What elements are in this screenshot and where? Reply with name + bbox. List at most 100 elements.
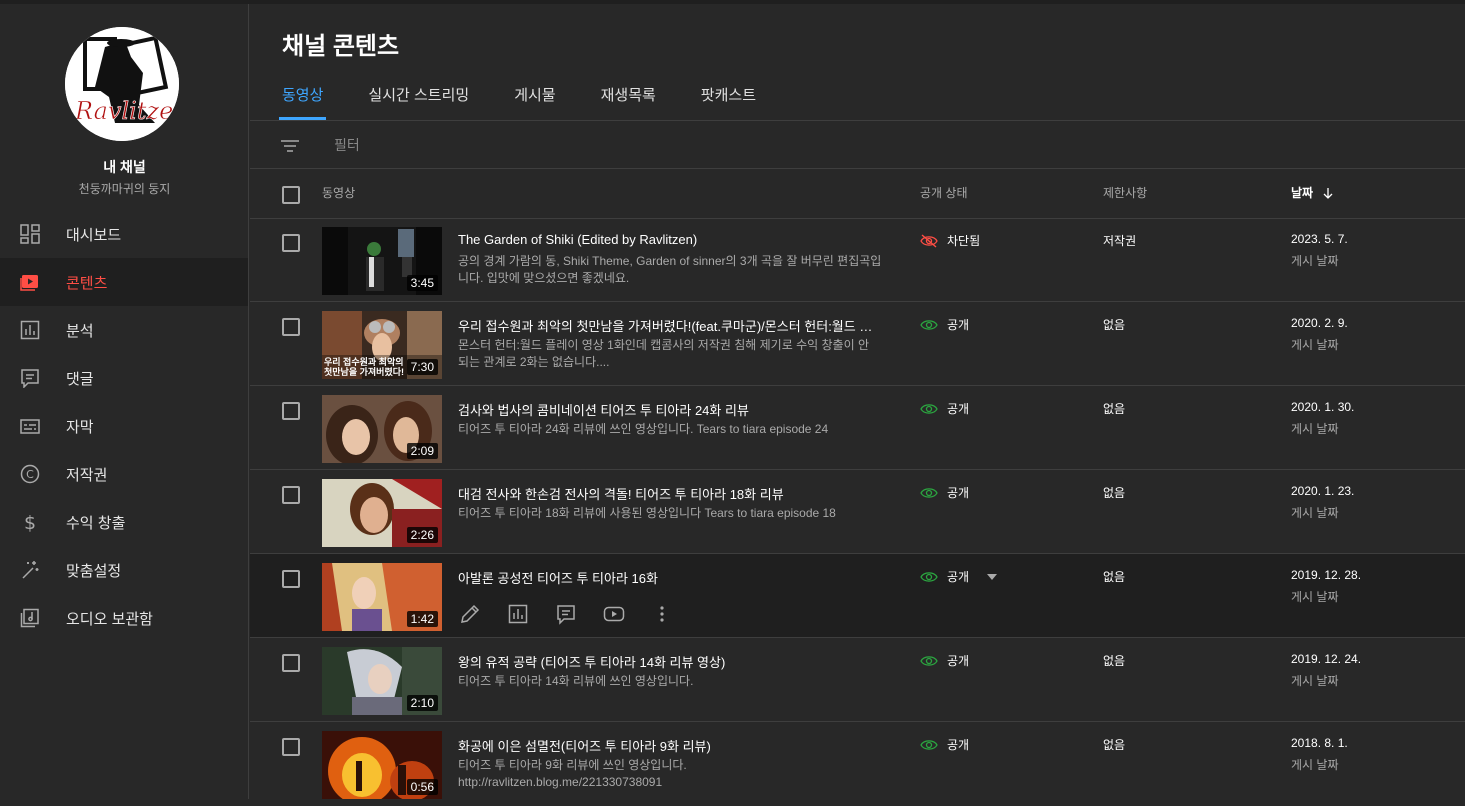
publish-date: 2020. 2. 9. xyxy=(1291,316,1348,330)
comments-icon[interactable] xyxy=(554,602,578,626)
visibility-label: 공개 xyxy=(947,654,970,668)
row-checkbox[interactable] xyxy=(282,570,300,588)
visibility-label: 공개 xyxy=(947,318,970,332)
more-options-icon[interactable] xyxy=(650,602,674,626)
publish-date: 2019. 12. 28. xyxy=(1291,568,1362,582)
select-all-checkbox[interactable] xyxy=(282,186,300,204)
tab-playlists[interactable]: 재생목록 xyxy=(601,74,656,120)
sidebar-item-copyright[interactable]: C 저작권 xyxy=(0,450,248,498)
analytics-icon[interactable] xyxy=(506,602,530,626)
video-title[interactable]: 검사와 법사의 콤비네이션 티어즈 투 티아라 24화 리뷰 xyxy=(458,400,878,419)
table-row[interactable]: 2:26 대검 전사와 한손검 전사의 격돌! 티어즈 투 티아라 18화 리뷰… xyxy=(250,470,1465,554)
video-title[interactable]: 왕의 유적 공략 (티어즈 투 티아라 14화 리뷰 영상) xyxy=(458,652,878,671)
main-content: 채널 콘텐츠 동영상 실시간 스트리밍 게시물 재생목록 팟캐스트 필터 동영상… xyxy=(250,4,1465,799)
column-header-visibility[interactable]: 공개 상태 xyxy=(920,184,968,201)
row-checkbox[interactable] xyxy=(282,654,300,672)
table-row[interactable]: 2:10 왕의 유적 공략 (티어즈 투 티아라 14화 리뷰 영상) 티어즈 … xyxy=(250,638,1465,722)
video-title[interactable]: 화공에 이은 섬멸전(티어즈 투 티아라 9화 리뷰) xyxy=(458,736,878,755)
video-thumbnail[interactable]: 2:26 xyxy=(322,479,442,547)
svg-text:Ravlitzen: Ravlitzen xyxy=(74,97,179,125)
content-icon xyxy=(20,275,38,291)
row-checkbox[interactable] xyxy=(282,402,300,420)
video-description: 티어즈 투 티아라 24화 리뷰에 쓰인 영상입니다. Tears to tia… xyxy=(458,422,829,436)
sidebar-item-customization[interactable]: 맞춤설정 xyxy=(0,546,248,594)
table-row[interactable]: 0:56 화공에 이은 섬멸전(티어즈 투 티아라 9화 리뷰) 티어즈 투 티… xyxy=(250,722,1465,806)
visibility-label: 공개 xyxy=(947,738,970,752)
tab-podcasts[interactable]: 팟캐스트 xyxy=(701,74,756,120)
eye-icon xyxy=(920,403,938,414)
column-header-restrictions[interactable]: 제한사항 xyxy=(1103,184,1147,201)
table-row[interactable]: 우리 접수원과 최악의 첫만남을 가져버렸다! 7:30 우리 접수원과 최악의… xyxy=(250,302,1465,386)
visibility-status: 차단됨 xyxy=(920,232,980,249)
row-checkbox[interactable] xyxy=(282,318,300,336)
video-thumbnail[interactable]: 2:10 xyxy=(322,647,442,715)
row-checkbox[interactable] xyxy=(282,738,300,756)
video-thumbnail[interactable]: 1:42 xyxy=(322,563,442,631)
visibility-status: 공개 xyxy=(920,652,969,669)
publish-date: 2018. 8. 1. xyxy=(1291,736,1348,750)
publish-date: 2020. 1. 30. xyxy=(1291,400,1355,414)
dashboard-icon xyxy=(20,224,40,244)
restriction-value: 없음 xyxy=(1103,738,1126,752)
subtitles-icon xyxy=(20,419,40,434)
audio-library-icon xyxy=(20,608,39,628)
tab-videos[interactable]: 동영상 xyxy=(278,74,327,120)
comments-icon xyxy=(21,369,39,388)
sidebar-item-label: 댓글 xyxy=(66,370,94,388)
eye-icon xyxy=(920,487,938,498)
publish-date-label: 게시 날짜 xyxy=(1291,590,1339,604)
video-duration: 2:10 xyxy=(406,695,438,711)
svg-text:C: C xyxy=(26,468,34,481)
sidebar-item-monetization[interactable]: $ 수익 창출 xyxy=(0,498,248,546)
sidebar-item-comments[interactable]: 댓글 xyxy=(0,354,248,402)
video-description: 공의 경계 가람의 동, Shiki Theme, Garden of sinn… xyxy=(458,254,882,285)
video-title[interactable]: 우리 접수원과 최악의 첫만남을 가져버렸다!(feat.쿠마군)/몬스터 헌터… xyxy=(458,316,878,335)
sidebar-item-analytics[interactable]: 분석 xyxy=(0,306,248,354)
publish-date-label: 게시 날짜 xyxy=(1291,254,1339,268)
restriction-value[interactable]: 저작권 xyxy=(1103,232,1136,249)
divider xyxy=(250,120,1465,121)
video-title[interactable]: 아발론 공성전 티어즈 투 티아라 16화 xyxy=(458,568,878,587)
sidebar-item-content[interactable]: 콘텐츠 xyxy=(0,258,248,306)
eye-icon xyxy=(920,739,938,750)
video-thumbnail[interactable]: 3:45 xyxy=(322,227,442,295)
publish-date: 2020. 1. 23. xyxy=(1291,484,1355,498)
video-thumbnail[interactable]: 2:09 xyxy=(322,395,442,463)
video-description: 티어즈 투 티아라 9화 리뷰에 쓰인 영상입니다. http://ravlit… xyxy=(458,758,687,789)
filter-icon[interactable] xyxy=(280,136,300,156)
row-actions xyxy=(458,602,698,626)
filter-input[interactable]: 필터 xyxy=(334,135,360,155)
table-row[interactable]: 1:42 아발론 공성전 티어즈 투 티아라 16화 공개 없음 2019. 1… xyxy=(250,554,1465,638)
row-checkbox[interactable] xyxy=(282,486,300,504)
table-row[interactable]: 2:09 검사와 법사의 콤비네이션 티어즈 투 티아라 24화 리뷰 티어즈 … xyxy=(250,386,1465,470)
column-header-date[interactable]: 날짜 xyxy=(1291,184,1334,201)
sidebar-item-dashboard[interactable]: 대시보드 xyxy=(0,210,248,258)
sidebar-item-label: 자막 xyxy=(66,418,94,436)
visibility-dropdown[interactable]: 공개 xyxy=(920,568,1006,585)
channel-name: 천둥까마귀의 둥지 xyxy=(78,182,171,196)
row-checkbox[interactable] xyxy=(282,234,300,252)
visibility-status: 공개 xyxy=(920,316,969,333)
sidebar-item-label: 오디오 보관함 xyxy=(66,610,153,628)
tab-posts[interactable]: 게시물 xyxy=(514,74,555,120)
video-thumbnail[interactable]: 0:56 xyxy=(322,731,442,799)
sidebar-item-audio-library[interactable]: 오디오 보관함 xyxy=(0,594,248,642)
video-thumbnail[interactable]: 우리 접수원과 최악의 첫만남을 가져버렸다! 7:30 xyxy=(322,311,442,379)
video-title[interactable]: 대검 전사와 한손검 전사의 격돌! 티어즈 투 티아라 18화 리뷰 xyxy=(458,484,878,503)
channel-avatar[interactable]: Ravlitzen xyxy=(65,27,179,141)
eye-icon xyxy=(920,655,938,666)
youtube-play-icon[interactable] xyxy=(602,602,626,626)
sidebar: Ravlitzen 내 채널 천둥까마귀의 둥지 대시보드 콘텐츠 분석 댓글 … xyxy=(0,4,249,799)
avatar-logo-image: Ravlitzen xyxy=(65,27,179,141)
restriction-value: 없음 xyxy=(1103,570,1126,584)
sidebar-item-subtitles[interactable]: 자막 xyxy=(0,402,248,450)
restriction-value: 없음 xyxy=(1103,486,1126,500)
column-header-video[interactable]: 동영상 xyxy=(322,184,355,201)
table-row[interactable]: 3:45 The Garden of Shiki (Edited by Ravl… xyxy=(250,218,1465,302)
tab-live[interactable]: 실시간 스트리밍 xyxy=(368,74,469,120)
video-title[interactable]: The Garden of Shiki (Edited by Ravlitzen… xyxy=(458,232,878,247)
video-duration: 2:09 xyxy=(406,443,438,459)
video-duration: 1:42 xyxy=(406,611,438,627)
edit-pencil-icon[interactable] xyxy=(458,602,482,626)
video-description: 몬스터 헌터:월드 플레이 영상 1화인데 캡콤사의 저작권 침해 제기로 수익… xyxy=(458,338,870,369)
